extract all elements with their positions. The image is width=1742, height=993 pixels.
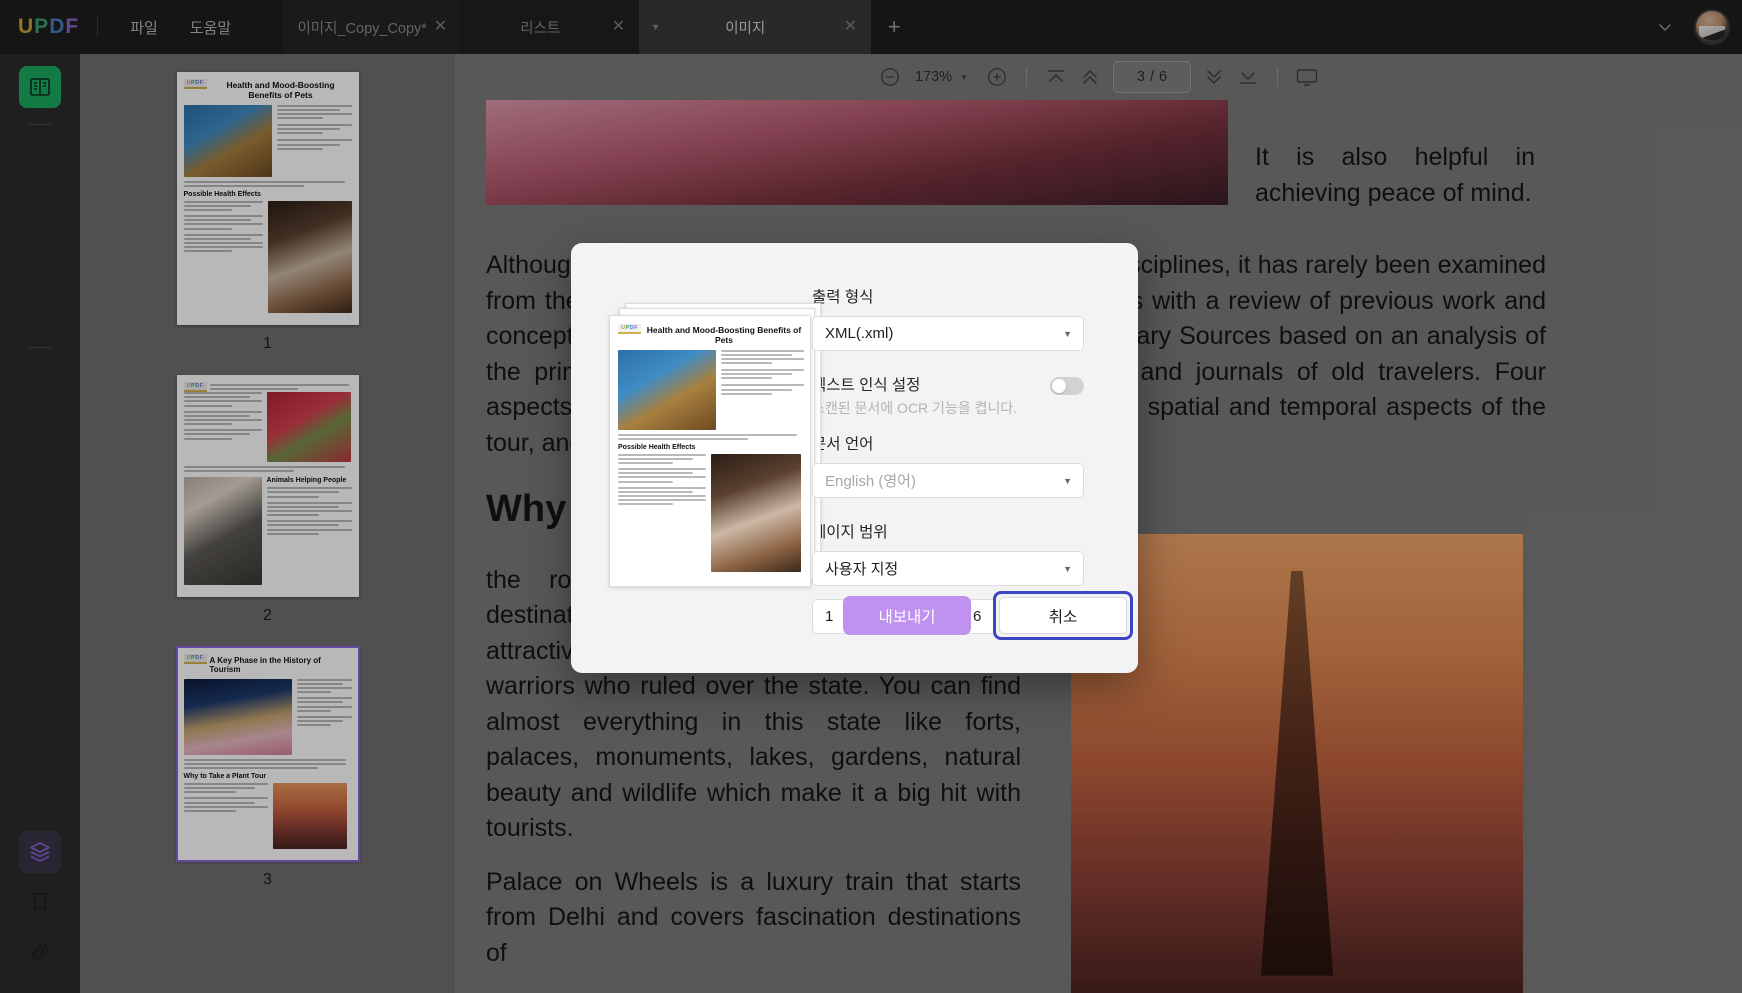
- ocr-label: 텍스트 인식 설정: [812, 377, 921, 394]
- preview-title: Health and Mood-Boosting Benefits of Pet…: [646, 325, 802, 345]
- page-range-select[interactable]: 사용자 지정 ▼: [812, 551, 1084, 586]
- mini-logo: UPDF: [618, 324, 642, 334]
- language-select[interactable]: English (영어) ▼: [812, 463, 1084, 498]
- updf-window: U P D F 파일 도움말 이미지_Copy_Copy* ✕ 리스트 ✕ ▼ …: [0, 0, 1742, 993]
- output-format-select[interactable]: XML(.xml) ▼: [812, 316, 1084, 351]
- preview-section: Possible Health Effects: [618, 443, 696, 451]
- page-range-label: 페이지 범위: [812, 524, 888, 541]
- chevron-down-icon[interactable]: ▼: [1063, 329, 1072, 339]
- ocr-description: 스캔된 문서에 OCR 기능을 켭니다.: [812, 400, 1018, 416]
- cancel-button[interactable]: 취소: [999, 597, 1127, 634]
- chevron-down-icon[interactable]: ▼: [1063, 564, 1072, 574]
- export-dialog: UPDF Health and Mood-Boosting Benefits o…: [571, 243, 1138, 673]
- dialog-buttons: 내보내기 취소: [843, 591, 1133, 640]
- field-language: 문서 언어 English (영어) ▼: [812, 432, 1084, 498]
- language-label: 문서 언어: [812, 436, 874, 453]
- cancel-button-focus-ring: 취소: [993, 591, 1133, 640]
- dialog-preview: UPDF Health and Mood-Boosting Benefits o…: [571, 243, 821, 673]
- output-format-value: XML(.xml): [825, 325, 894, 342]
- field-page-range: 페이지 범위 사용자 지정 ▼: [812, 520, 1084, 586]
- field-ocr: 텍스트 인식 설정 스캔된 문서에 OCR 기능을 켭니다.: [812, 373, 1084, 418]
- page-range-from-value: 1: [825, 608, 834, 625]
- chevron-down-icon[interactable]: ▼: [1063, 476, 1072, 486]
- page-range-value: 사용자 지정: [825, 561, 899, 578]
- output-format-label: 출력 형식: [812, 289, 874, 306]
- export-button[interactable]: 내보내기: [843, 596, 971, 635]
- preview-sheet-front: UPDF Health and Mood-Boosting Benefits o…: [609, 315, 811, 587]
- preview-page-content: UPDF Health and Mood-Boosting Benefits o…: [610, 316, 810, 584]
- ocr-toggle[interactable]: [1050, 377, 1084, 395]
- language-value: English (영어): [825, 473, 916, 490]
- field-output-format: 출력 형식 XML(.xml) ▼: [812, 285, 1084, 351]
